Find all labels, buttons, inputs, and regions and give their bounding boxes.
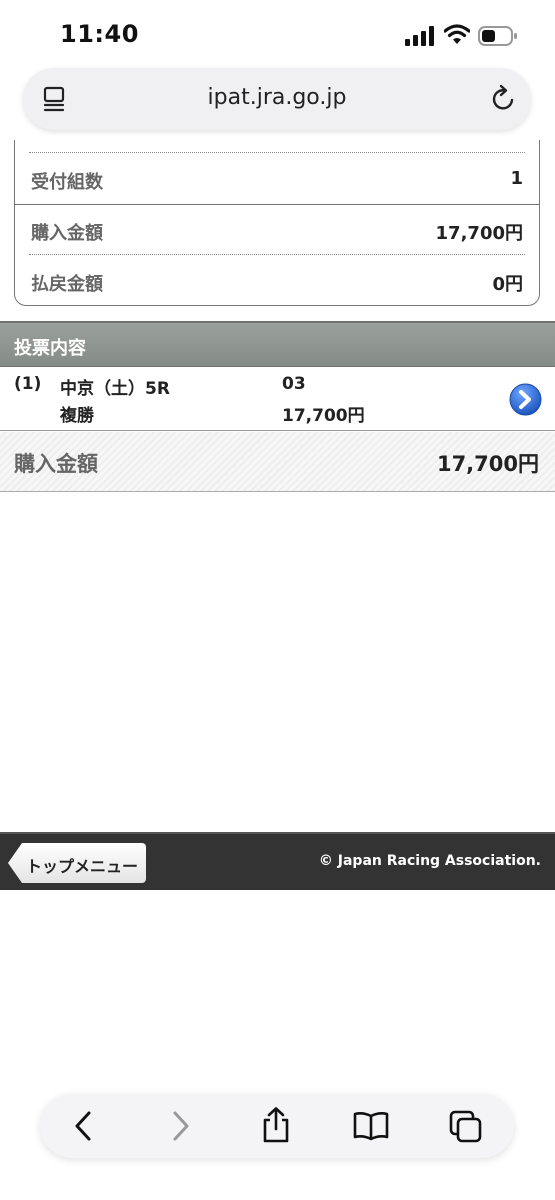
section-title: 投票内容 — [14, 338, 86, 359]
summary-row-purchase: 購入金額 17,700円 — [15, 205, 539, 255]
status-time: 11:40 — [60, 20, 139, 48]
wifi-icon — [444, 24, 470, 44]
total-label: 購入金額 — [14, 452, 98, 476]
browser-toolbar — [40, 1094, 514, 1158]
summary-row-payout: 払戻金額 0円 — [15, 256, 539, 306]
summary-label: 受付組数 — [31, 172, 103, 193]
share-icon[interactable] — [260, 1106, 292, 1144]
summary-value: 0円 — [492, 274, 523, 295]
bet-type: 複勝 — [60, 406, 94, 426]
back-icon[interactable] — [72, 1110, 96, 1142]
summary-label: 払戻金額 — [31, 274, 103, 295]
top-menu-button[interactable]: トップメニュー — [8, 843, 146, 883]
bookmarks-icon[interactable] — [352, 1110, 390, 1142]
section-header: 投票内容 — [0, 321, 555, 367]
detail-arrow-icon[interactable] — [509, 383, 542, 416]
footer-bar: トップメニュー © Japan Racing Association. — [0, 832, 555, 890]
address-bar[interactable]: ipat.jra.go.jp — [23, 68, 531, 130]
tabs-icon[interactable] — [448, 1109, 484, 1143]
summary-value: 1 — [510, 168, 523, 189]
reload-icon[interactable] — [491, 84, 517, 112]
forward-icon[interactable] — [168, 1110, 192, 1142]
summary-label: 購入金額 — [31, 223, 103, 244]
summary-box: 受付組数 1 購入金額 17,700円 払戻金額 0円 — [14, 140, 540, 306]
bet-index: (1) — [14, 374, 42, 394]
top-menu-label: トップメニュー — [26, 857, 139, 876]
bet-horse-number: 03 — [282, 374, 306, 394]
total-row: 購入金額 17,700円 — [0, 432, 555, 492]
url-text[interactable]: ipat.jra.go.jp — [23, 85, 531, 110]
bet-row[interactable]: (1) 中京（土）5R 複勝 03 17,700円 — [0, 367, 555, 431]
divider — [29, 152, 525, 153]
total-value: 17,700円 — [436, 452, 539, 476]
bet-race: 中京（土）5R — [60, 379, 170, 399]
summary-value: 17,700円 — [435, 223, 523, 244]
battery-icon — [478, 26, 517, 46]
divider — [29, 254, 525, 255]
status-bar: 11:40 — [0, 0, 555, 70]
copyright-text: © Japan Racing Association. — [318, 853, 541, 869]
cellular-signal-icon — [405, 26, 434, 46]
bet-amount: 17,700円 — [282, 406, 365, 426]
summary-row-count: 受付組数 1 — [15, 154, 539, 204]
